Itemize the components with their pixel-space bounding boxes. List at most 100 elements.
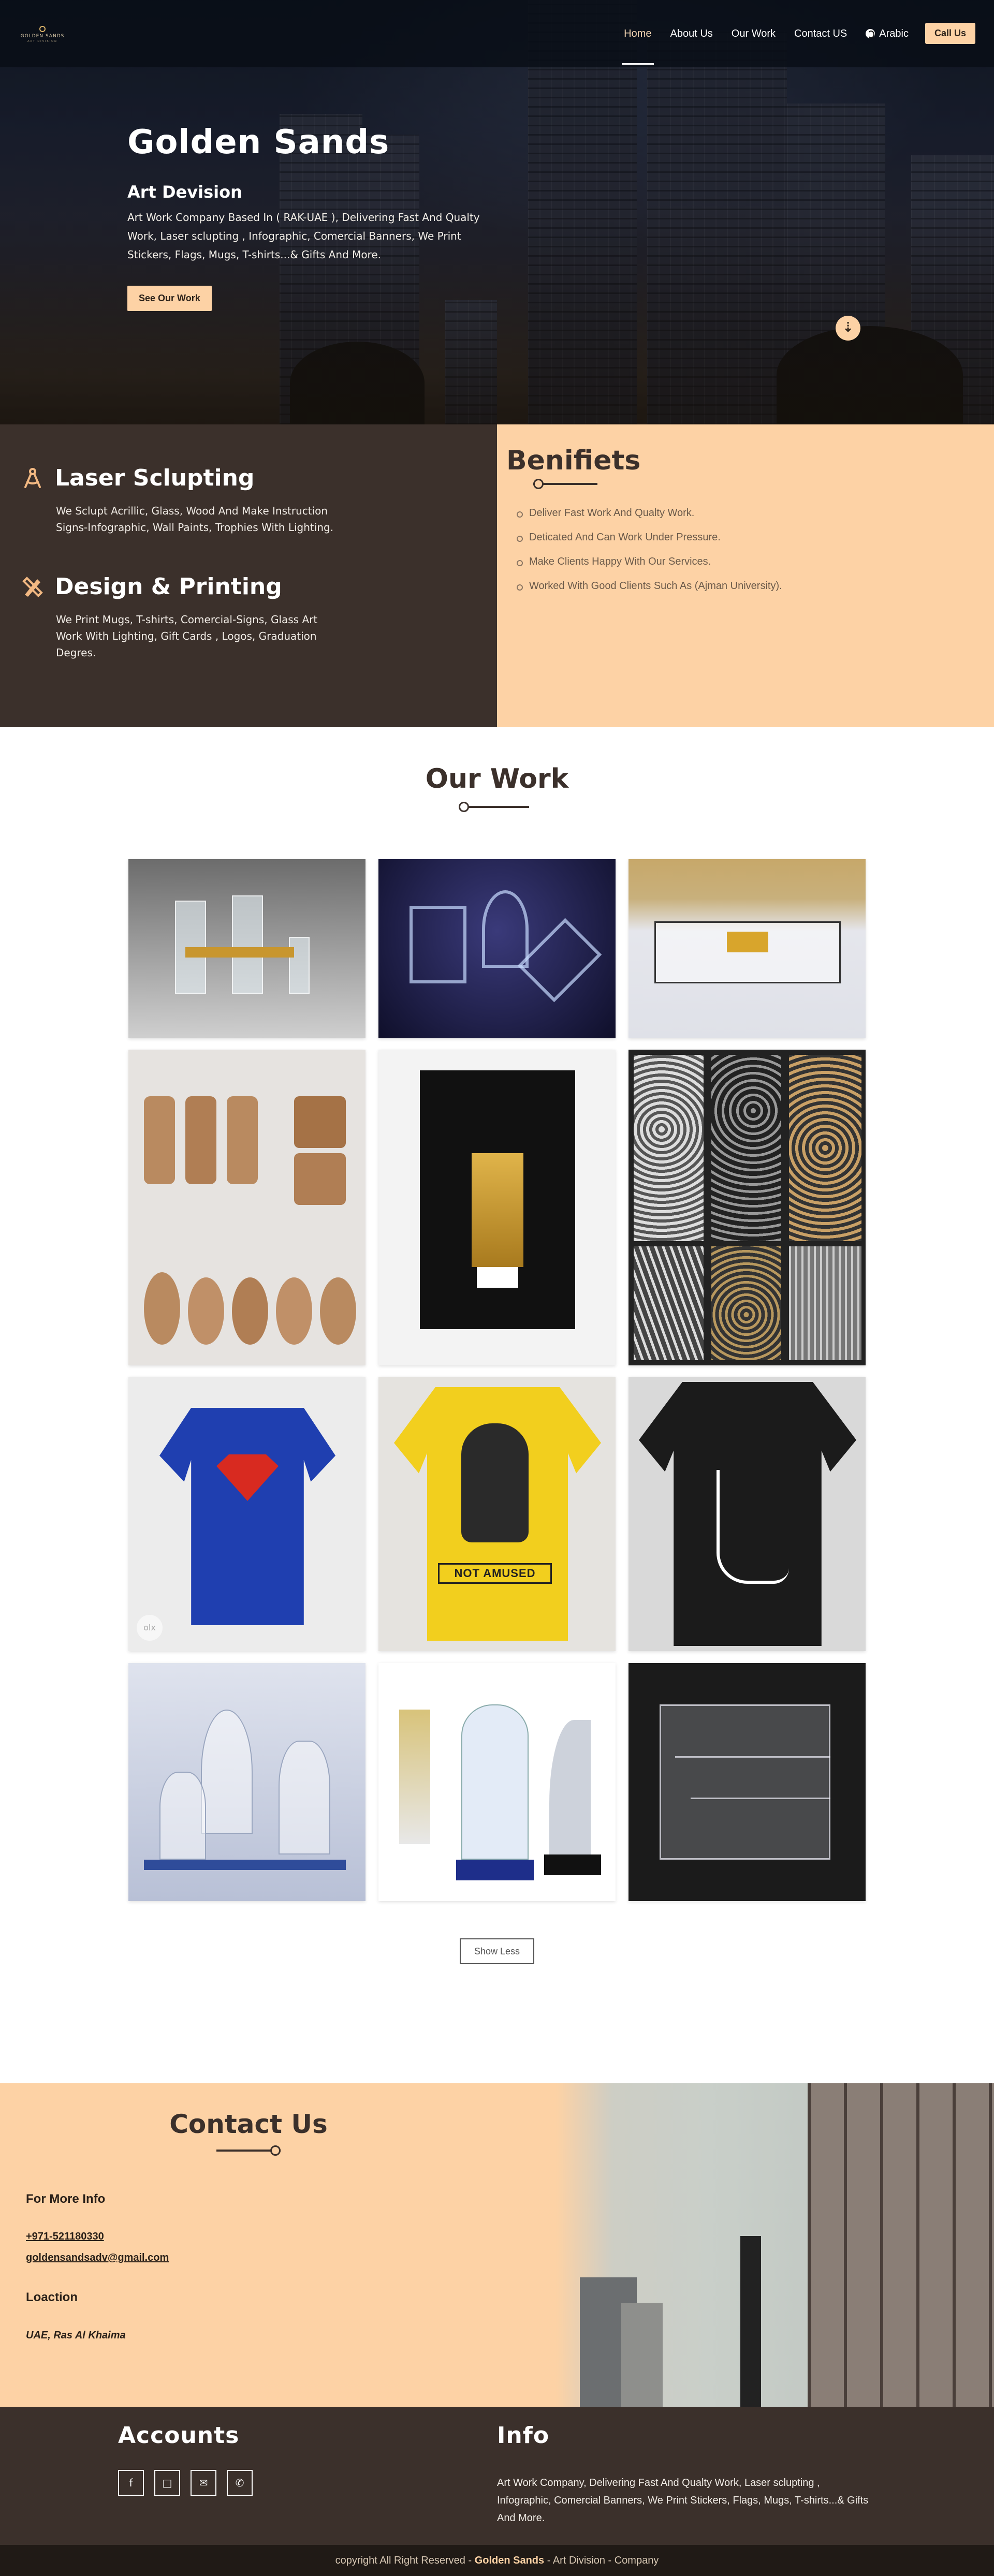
photo-street-lamp bbox=[740, 2236, 761, 2407]
email-icon[interactable]: ✉ bbox=[191, 2470, 216, 2496]
keychain bbox=[227, 1096, 258, 1184]
gallery-image-acrylic-letters[interactable] bbox=[378, 859, 616, 1038]
instagram-icon[interactable]: □ bbox=[154, 2470, 180, 2496]
acrylic-piece bbox=[289, 937, 310, 994]
gold-lettering bbox=[185, 947, 294, 958]
logo[interactable]: GOLDEN SANDS ART DIVISION bbox=[18, 26, 67, 43]
award bbox=[461, 1704, 529, 1860]
service-design: Design & Printing We Print Mugs, T-shirt… bbox=[22, 573, 332, 661]
award-base bbox=[544, 1854, 601, 1875]
panel bbox=[634, 1246, 704, 1360]
gallery-image-wooden-keychains[interactable] bbox=[128, 1050, 366, 1365]
phone-link[interactable]: +971-521180330 bbox=[26, 2231, 104, 2243]
award bbox=[549, 1720, 591, 1860]
gallery-image-minion-tshirt[interactable]: NOT AMUSED bbox=[378, 1377, 616, 1651]
scroll-down-icon[interactable]: ⇣ bbox=[836, 316, 860, 341]
location-heading-label: Loaction bbox=[26, 2290, 78, 2304]
phone-icon[interactable]: ✆ bbox=[227, 2470, 253, 2496]
service-laser: Laser Sclupting We Sclupt Acrillic, Glas… bbox=[22, 465, 334, 536]
keychain bbox=[276, 1277, 312, 1345]
divider-dot bbox=[459, 802, 469, 812]
copyright-bar: copyright All Right Reserved - Golden Sa… bbox=[0, 2545, 994, 2576]
pencil-ruler-icon bbox=[22, 576, 43, 598]
location-text: UAE, Ras Al Khaima bbox=[26, 2330, 126, 2341]
trophy-base bbox=[144, 1860, 346, 1870]
our-work-section: Our Work olx NOT AMUSED Show Less bbox=[0, 727, 994, 2083]
benefits-list: Deliver Fast Work And Qualty Work. Detic… bbox=[516, 507, 782, 605]
service-description: We Sclupt Acrillic, Glass, Wood And Make… bbox=[56, 505, 334, 534]
keychain bbox=[232, 1277, 268, 1345]
nav-home[interactable]: Home bbox=[615, 23, 661, 65]
contact-title: Contact Us bbox=[169, 2109, 328, 2139]
our-work-divider bbox=[459, 802, 529, 812]
see-our-work-button[interactable]: See Our Work bbox=[127, 286, 212, 311]
glass-trophy bbox=[159, 1772, 206, 1860]
for-more-info-label: For More Info bbox=[26, 2192, 106, 2206]
model-base bbox=[477, 1267, 518, 1288]
call-us-button[interactable]: Call Us bbox=[925, 23, 975, 44]
services-section: Laser Sclupting We Sclupt Acrillic, Glas… bbox=[0, 424, 994, 727]
benefit-item: Make Clients Happy With Our Services. bbox=[516, 556, 782, 568]
hero-content: Golden Sands Art Devision Art Work Compa… bbox=[127, 123, 490, 311]
benefits-divider bbox=[533, 479, 597, 489]
gallery-image-arabic-tshirt[interactable] bbox=[628, 1377, 866, 1651]
gallery-image-crystal-awards[interactable] bbox=[378, 1663, 616, 1901]
service-description: We Print Mugs, T-shirts, Comercial-Signs… bbox=[56, 613, 318, 659]
copyright-suffix: - Art Division - Company bbox=[544, 2555, 659, 2566]
keychain bbox=[320, 1277, 356, 1345]
gallery-image-acrylic-logos[interactable] bbox=[128, 859, 366, 1038]
glass-trophy bbox=[201, 1710, 253, 1834]
gallery-image-decorative-panels[interactable] bbox=[628, 1050, 866, 1365]
gallery-image-golden-trophy-box[interactable] bbox=[378, 1050, 616, 1365]
acrylic-letter bbox=[410, 906, 466, 983]
social-links: f □ ✉ ✆ bbox=[118, 2470, 253, 2496]
our-work-title: Our Work bbox=[425, 763, 569, 794]
facebook-icon[interactable]: f bbox=[118, 2470, 144, 2496]
keychain bbox=[144, 1096, 175, 1184]
hero-subtitle: Art Devision bbox=[127, 182, 242, 202]
divider-dot bbox=[533, 479, 544, 489]
golden-model bbox=[472, 1153, 523, 1267]
footer: Accounts f □ ✉ ✆ Info Art Work Company, … bbox=[0, 2407, 994, 2576]
benefits-panel: Benifiets Deliver Fast Work And Qualty W… bbox=[497, 424, 994, 727]
logo-text: GOLDEN SANDS bbox=[20, 34, 65, 39]
services-panel: Laser Sclupting We Sclupt Acrillic, Glas… bbox=[0, 424, 497, 727]
benefit-item: Deticated And Can Work Under Pressure. bbox=[516, 532, 782, 543]
gallery-image-superman-tshirt[interactable]: olx bbox=[128, 1377, 366, 1651]
contact-section: Contact Us For More Info +971-521180330 … bbox=[0, 2083, 994, 2407]
show-less-button[interactable]: Show Less bbox=[460, 1938, 534, 1964]
arabic-calligraphy bbox=[717, 1470, 789, 1584]
nav-arabic-label: Arabic bbox=[879, 27, 909, 39]
nav-about-us[interactable]: About Us bbox=[661, 23, 722, 44]
gold-sign bbox=[727, 932, 768, 952]
keychain bbox=[144, 1272, 180, 1345]
contact-divider bbox=[216, 2145, 281, 2156]
copyright-brand: Golden Sands bbox=[474, 2555, 545, 2566]
panel bbox=[711, 1055, 781, 1241]
keychain bbox=[294, 1153, 346, 1205]
hero-description: Art Work Company Based In ( RAK-UAE ), D… bbox=[127, 211, 480, 261]
minion-print bbox=[461, 1423, 529, 1542]
nav-our-work[interactable]: Our Work bbox=[722, 23, 785, 44]
tshirt-caption: NOT AMUSED bbox=[438, 1563, 552, 1584]
holder-tier bbox=[691, 1798, 830, 1829]
benefit-item: Deliver Fast Work And Qualty Work. bbox=[516, 507, 782, 519]
benefit-item: Worked With Good Clients Such As (Ajman … bbox=[516, 580, 782, 592]
globe-icon bbox=[866, 28, 875, 38]
gallery-image-acrylic-holder[interactable] bbox=[628, 1663, 866, 1901]
nav-arabic[interactable]: Arabic bbox=[856, 23, 918, 44]
hero-title: Golden Sands bbox=[127, 123, 390, 161]
accounts-heading: Accounts bbox=[118, 2422, 240, 2449]
keychain bbox=[185, 1096, 216, 1184]
acrylic-letter bbox=[482, 890, 529, 968]
acrylic-piece bbox=[232, 895, 263, 994]
copyright-prefix: copyright All Right Reserved - bbox=[335, 2555, 475, 2566]
service-title: Laser Sclupting bbox=[55, 465, 255, 491]
logo-sub: ART DIVISION bbox=[27, 40, 57, 43]
nav-links: Home About Us Our Work Contact US Arabic… bbox=[615, 23, 975, 65]
email-link[interactable]: goldensandsadv@gmail.com bbox=[26, 2252, 169, 2264]
gallery-image-glass-trophies[interactable] bbox=[128, 1663, 366, 1901]
gallery-image-acrylic-tray[interactable] bbox=[628, 859, 866, 1038]
nav-contact-us[interactable]: Contact US bbox=[785, 23, 856, 44]
glass-trophy bbox=[279, 1741, 330, 1854]
